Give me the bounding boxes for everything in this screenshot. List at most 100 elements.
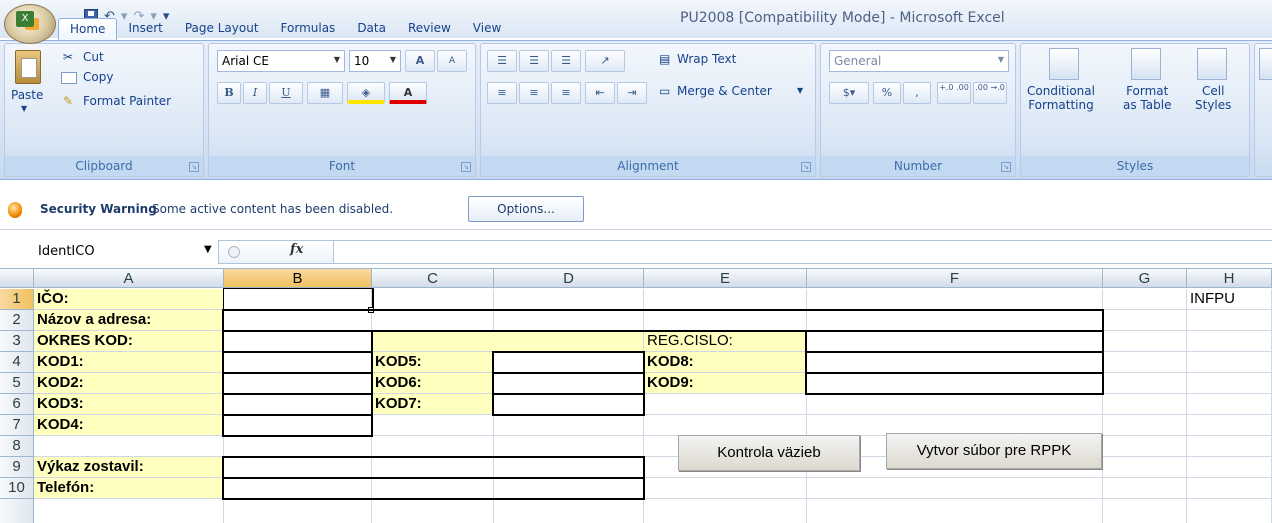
row-header-4[interactable]: 4 [0, 352, 34, 373]
kontrola-vazieb-button[interactable]: Kontrola väzieb [678, 435, 860, 471]
tab-home[interactable]: Home [58, 18, 118, 40]
grid-cell[interactable] [1187, 394, 1272, 415]
grid-cell[interactable] [224, 478, 372, 499]
cell-a7[interactable]: KOD4: [34, 415, 224, 436]
row-header-11[interactable] [0, 499, 34, 523]
grid-cell[interactable] [34, 499, 224, 523]
grid-cell[interactable] [807, 289, 1103, 310]
grid-cell[interactable] [494, 394, 644, 415]
grid-cell[interactable] [644, 310, 807, 331]
grid-cell[interactable] [372, 289, 494, 310]
grid-cell[interactable] [807, 373, 1103, 394]
grid-cell[interactable] [372, 415, 494, 436]
format-painter-icon[interactable]: ✎ [63, 94, 73, 108]
orientation-icon[interactable]: ↗ [585, 50, 625, 72]
formula-bar-expand-icon[interactable] [228, 246, 240, 258]
align-bottom-icon[interactable]: ☰ [551, 50, 581, 72]
grid-cell[interactable] [224, 310, 372, 331]
decrease-decimal-button[interactable]: .00 →.0 [973, 82, 1007, 104]
cell-a10[interactable]: Telefón: [34, 478, 224, 499]
number-format-select[interactable]: General ▼ [829, 50, 1009, 72]
grid-cell[interactable] [644, 415, 807, 436]
italic-button[interactable]: I [243, 82, 267, 104]
shrink-font-button[interactable]: A [437, 50, 467, 72]
grid-cell[interactable] [494, 289, 644, 310]
column-header-e[interactable]: E [644, 269, 807, 288]
align-middle-icon[interactable]: ☰ [519, 50, 549, 72]
grid-cell[interactable] [644, 478, 807, 499]
column-header-b[interactable]: B [224, 269, 372, 288]
column-header-f[interactable]: F [807, 269, 1103, 288]
grid-cell[interactable] [224, 331, 372, 352]
align-center-icon[interactable]: ≡ [519, 82, 549, 104]
font-name-select[interactable]: Arial CE ▼ [217, 50, 345, 72]
column-header-g[interactable]: G [1103, 269, 1187, 288]
grid-cell[interactable] [807, 394, 1103, 415]
grid-cell[interactable] [494, 415, 644, 436]
row-header-7[interactable]: 7 [0, 415, 34, 436]
grid-cell[interactable] [224, 373, 372, 394]
align-left-icon[interactable]: ≡ [487, 82, 517, 104]
column-header-h[interactable]: H [1187, 269, 1272, 288]
tab-data[interactable]: Data [346, 18, 397, 40]
cell-e3[interactable]: REG.CISLO: [644, 331, 807, 352]
grid-cell[interactable] [372, 457, 494, 478]
underline-button[interactable]: U [269, 82, 303, 104]
grid-cell[interactable] [1187, 352, 1272, 373]
grid-cell[interactable] [372, 310, 494, 331]
clipboard-launcher-icon[interactable]: ↘ [189, 162, 199, 172]
cut-button[interactable]: Cut [83, 50, 104, 64]
grid-cell[interactable] [1187, 415, 1272, 436]
copy-button[interactable]: Copy [83, 70, 113, 84]
column-header-d[interactable]: D [494, 269, 644, 288]
merge-center-button[interactable]: Merge & Center [677, 84, 772, 98]
cell-c4[interactable]: KOD5: [372, 352, 494, 373]
grid-cell[interactable] [494, 352, 644, 373]
merge-center-dropdown-icon[interactable]: ▼ [797, 86, 803, 95]
cell-e5[interactable]: KOD9: [644, 373, 807, 394]
grid-cell[interactable] [224, 436, 372, 457]
insert-cells-icon[interactable] [1259, 48, 1272, 80]
grid-cell[interactable] [224, 289, 372, 310]
grid-cell[interactable] [807, 331, 1103, 352]
copy-icon[interactable] [61, 72, 77, 84]
alignment-launcher-icon[interactable]: ↘ [801, 162, 811, 172]
cell-styles-button[interactable]: Cell Styles [1195, 84, 1231, 112]
grid-cell[interactable] [1103, 436, 1187, 457]
bold-button[interactable]: B [217, 82, 241, 104]
font-size-dropdown-icon[interactable]: ▼ [390, 55, 396, 64]
grid-cell[interactable] [224, 352, 372, 373]
grid-cell[interactable] [644, 499, 807, 523]
name-box[interactable]: IdentICO [34, 242, 216, 262]
grid-cell[interactable] [224, 415, 372, 436]
grid-cell[interactable] [1187, 436, 1272, 457]
cell-a9[interactable]: Výkaz zostavil: [34, 457, 224, 478]
grid-cell[interactable] [644, 394, 807, 415]
cell-c3-d3[interactable] [372, 331, 644, 352]
grid-cell[interactable] [807, 478, 1103, 499]
vytvor-subor-button[interactable]: Vytvor súbor pre RPPK [886, 433, 1102, 469]
grid-cell[interactable] [1103, 352, 1187, 373]
grid-cell[interactable] [1187, 310, 1272, 331]
grid-cell[interactable] [1103, 331, 1187, 352]
grid-cell[interactable] [1103, 415, 1187, 436]
row-header-6[interactable]: 6 [0, 394, 34, 415]
grid-cell[interactable] [1103, 310, 1187, 331]
increase-indent-icon[interactable]: ⇥ [617, 82, 647, 104]
tab-review[interactable]: Review [397, 18, 462, 40]
row-header-3[interactable]: 3 [0, 331, 34, 352]
grow-font-button[interactable]: A [405, 50, 435, 72]
grid-cell[interactable] [1103, 373, 1187, 394]
tab-page-layout[interactable]: Page Layout [174, 18, 270, 40]
grid-cell[interactable] [494, 457, 644, 478]
tab-insert[interactable]: Insert [117, 18, 173, 40]
number-format-dropdown-icon[interactable]: ▼ [998, 55, 1004, 64]
name-box-dropdown-icon[interactable]: ▼ [204, 244, 212, 255]
cell-e4[interactable]: KOD8: [644, 352, 807, 373]
grid-cell[interactable] [1187, 478, 1272, 499]
grid-cell[interactable] [372, 478, 494, 499]
cell-c6[interactable]: KOD7: [372, 394, 494, 415]
font-name-dropdown-icon[interactable]: ▼ [334, 55, 340, 64]
cell-a5[interactable]: KOD2: [34, 373, 224, 394]
grid-cell[interactable] [1103, 499, 1187, 523]
